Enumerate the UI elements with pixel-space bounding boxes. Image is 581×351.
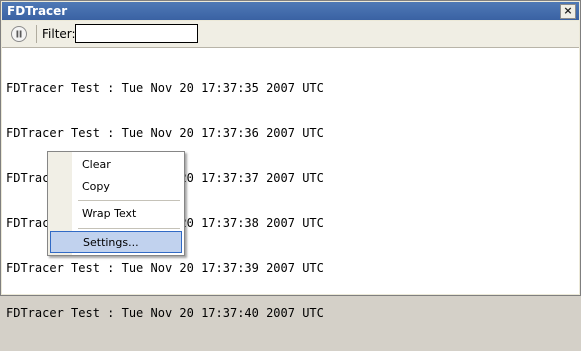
log-line: FDTracer Test : Tue Nov 20 17:37:36 2007… [6,126,324,140]
log-line: FDTracer Test : Tue Nov 20 17:37:40 2007… [6,306,324,320]
menu-item-label: Settings... [83,236,139,249]
menu-separator [78,200,180,201]
menu-separator [78,228,180,229]
menu-item-label: Copy [82,180,110,193]
filter-label: Filter: [42,27,76,41]
menu-item-clear[interactable]: Clear [50,154,182,176]
log-line: FDTracer Test : Tue Nov 20 17:37:39 2007… [6,261,324,275]
pause-button[interactable] [10,25,28,43]
title-bar[interactable]: FDTracer × [2,2,579,20]
menu-item-copy[interactable]: Copy [50,176,182,198]
filter-input[interactable] [75,24,198,43]
menu-item-label: Wrap Text [82,207,137,220]
close-button[interactable]: × [560,4,576,19]
close-icon: × [563,4,573,17]
context-menu: Clear Copy Wrap Text Settings... [47,151,185,256]
toolbar: Filter: [2,21,579,48]
pause-icon [11,26,27,42]
menu-item-label: Clear [82,158,111,171]
toolbar-separator [36,25,37,43]
window-title: FDTracer [7,4,68,18]
menu-item-settings[interactable]: Settings... [50,231,182,253]
menu-item-wrap-text[interactable]: Wrap Text [50,203,182,225]
log-line: FDTracer Test : Tue Nov 20 17:37:35 2007… [6,81,324,95]
